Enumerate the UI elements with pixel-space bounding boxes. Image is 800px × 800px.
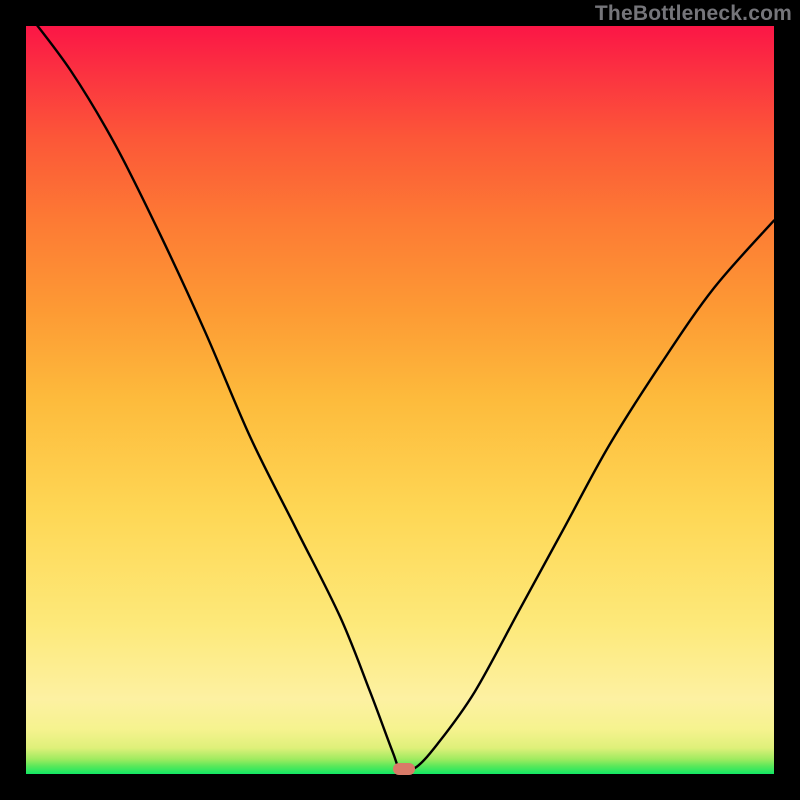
watermark-text: TheBottleneck.com xyxy=(595,2,792,26)
chart-frame: TheBottleneck.com xyxy=(0,0,800,800)
plot-area xyxy=(26,26,774,774)
optimum-marker xyxy=(393,763,415,775)
bottleneck-curve xyxy=(26,26,774,774)
